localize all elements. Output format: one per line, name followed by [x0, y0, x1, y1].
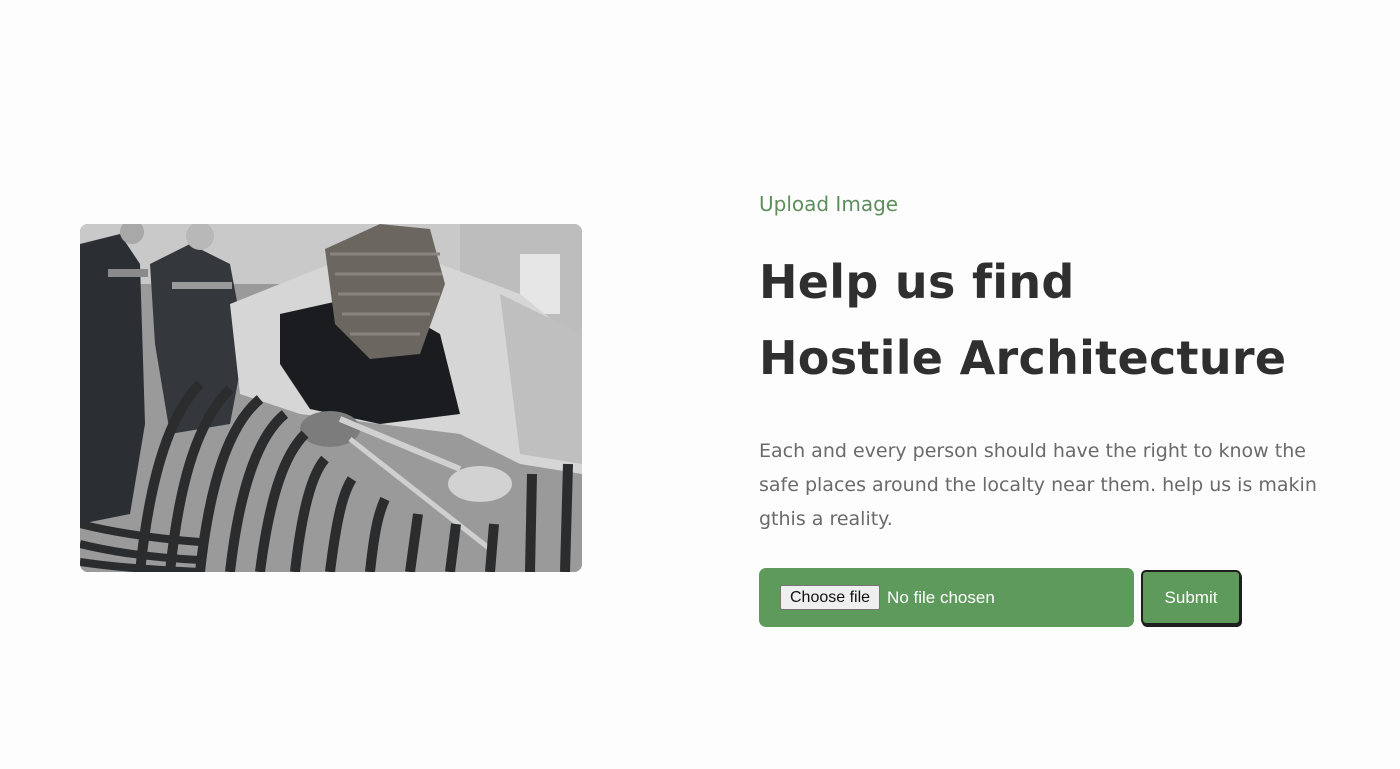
page-title: Help us find Hostile Architecture [759, 244, 1359, 396]
page-title-line-1: Help us find [759, 255, 1075, 309]
hero-photo [80, 224, 582, 572]
hero-photo-illustration [80, 224, 582, 572]
section-eyebrow: Upload Image [759, 192, 899, 216]
section-description: Each and every person should have the ri… [759, 440, 1317, 530]
file-status-text: No file chosen [887, 587, 995, 607]
upload-section: Upload Image Help us find Hostile Archit… [759, 186, 1359, 627]
page: Upload Image Help us find Hostile Archit… [0, 0, 1400, 769]
page-title-line-2: Hostile Architecture [759, 331, 1287, 385]
choose-file-button[interactable]: Choose file [780, 585, 881, 610]
file-input[interactable]: Choose file No file chosen [759, 568, 1134, 627]
upload-form: Choose file No file chosen Submit [759, 568, 1359, 627]
submit-button[interactable]: Submit [1141, 570, 1241, 625]
